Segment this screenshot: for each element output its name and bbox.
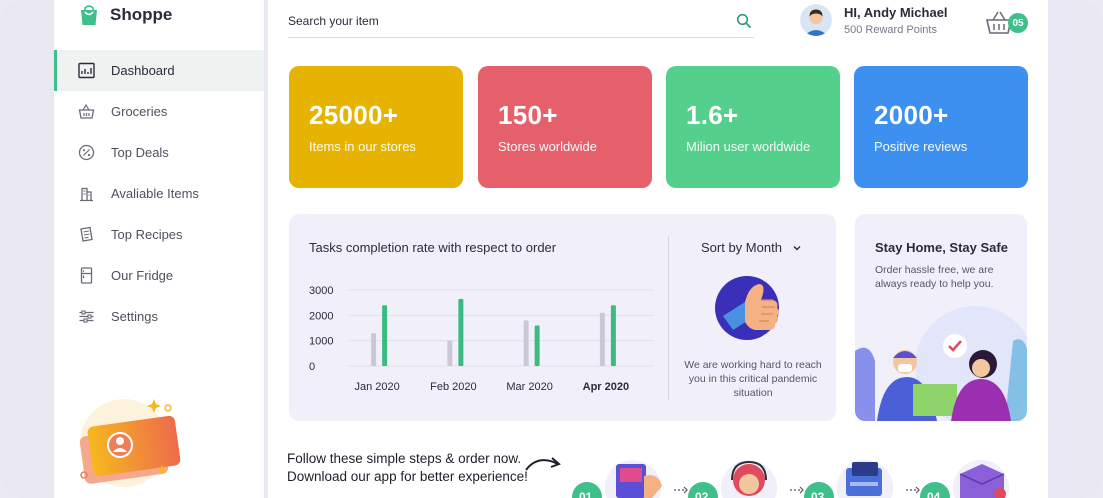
step-connector xyxy=(674,486,920,494)
step-1: 01 xyxy=(572,456,662,498)
user-name: HI, Andy Michael xyxy=(844,4,948,20)
sidebar-item-top-recipes[interactable]: Top Recipes xyxy=(54,214,264,255)
stat-label: Items in our stores xyxy=(309,139,416,154)
curved-arrow-icon xyxy=(525,457,561,471)
sidebar-item-label: Our Fridge xyxy=(111,268,174,283)
stat-value: 150+ xyxy=(498,100,558,130)
sidebar: Shoppe Dashboard Groceries Top Deals Ava… xyxy=(54,0,264,498)
cart-button[interactable]: 05 xyxy=(984,6,1028,40)
brand-name: Shoppe xyxy=(110,5,173,24)
sidebar-item-settings[interactable]: Settings xyxy=(54,296,264,337)
y-tick-label: 1000 xyxy=(309,336,333,348)
bar xyxy=(523,320,529,366)
stat-card-stores: 150+ Stores worldwide xyxy=(478,66,652,188)
sidebar-item-label: Groceries xyxy=(111,104,168,119)
x-tick-label: Feb 2020 xyxy=(430,381,476,393)
search-input[interactable] xyxy=(288,13,688,28)
reward-card-illustration xyxy=(79,399,181,487)
items-icon xyxy=(80,187,93,202)
bar xyxy=(599,312,605,366)
chevron-down-icon xyxy=(793,245,801,250)
search-bar xyxy=(288,4,754,38)
sidebar-item-label: Settings xyxy=(111,309,158,324)
sidebar-item-label: Top Deals xyxy=(111,145,169,160)
brand[interactable]: Shoppe xyxy=(78,4,172,26)
y-tick-label: 2000 xyxy=(309,310,333,322)
stat-value: 2000+ xyxy=(874,100,949,130)
bar xyxy=(610,305,616,366)
sidebar-item-top-deals[interactable]: Top Deals xyxy=(54,132,264,173)
sidebar-item-label: Avaliable Items xyxy=(111,186,199,201)
sidebar-item-groceries[interactable]: Groceries xyxy=(54,91,264,132)
sort-label: Sort by Month xyxy=(701,240,782,255)
steps-text: Follow these simple steps & order now. D… xyxy=(287,450,528,486)
steps-line-1: Follow these simple steps & order now. xyxy=(287,451,522,466)
stat-card-reviews: 2000+ Positive reviews xyxy=(854,66,1028,188)
stat-label: Stores worldwide xyxy=(498,139,597,154)
x-tick-label: Jan 2020 xyxy=(354,381,399,393)
bar xyxy=(371,333,377,366)
stat-label: Milion user worldwide xyxy=(686,139,811,154)
chart-title: Tasks completion rate with respect to or… xyxy=(309,240,557,255)
delivery-illustration xyxy=(855,306,1027,421)
steps-line-2: Download our app for better experience! xyxy=(287,469,528,484)
stay-safe-panel: Stay Home, Stay Safe Order hassle free, … xyxy=(855,214,1027,421)
settings-icon xyxy=(79,310,94,323)
sidebar-nav: Dashboard Groceries Top Deals Avaliable … xyxy=(54,50,264,337)
stat-card-items: 25000+ Items in our stores xyxy=(289,66,463,188)
y-tick-label: 3000 xyxy=(309,285,333,297)
bar xyxy=(534,325,540,366)
divider xyxy=(668,236,669,400)
user-info: HI, Andy Michael 500 Reward Points xyxy=(844,5,948,36)
stat-card-users: 1.6+ Milion user worldwide xyxy=(666,66,840,188)
discount-icon xyxy=(78,144,95,161)
order-app-illustration xyxy=(605,460,662,498)
bar xyxy=(382,305,388,366)
bar-chart: 3000 2000 1000 0 Jan 2020 Feb 2020 Mar 2020 Apr… xyxy=(309,285,654,393)
reward-points: 500 Reward Points xyxy=(844,23,937,36)
search-icon[interactable] xyxy=(736,13,752,29)
shopping-bag-icon xyxy=(81,5,97,25)
basket-icon xyxy=(78,103,95,119)
sidebar-item-available-items[interactable]: Avaliable Items xyxy=(54,173,264,214)
bar xyxy=(458,298,464,366)
stat-value: 1.6+ xyxy=(686,100,739,130)
sidebar-item-dashboard[interactable]: Dashboard xyxy=(54,50,264,91)
dashboard-icon xyxy=(78,62,95,79)
user-profile[interactable]: HI, Andy Michael 500 Reward Points xyxy=(800,4,948,36)
safe-title: Stay Home, Stay Safe xyxy=(875,240,1008,255)
chart-panel: Tasks completion rate with respect to or… xyxy=(289,214,836,421)
recipe-icon xyxy=(80,226,93,242)
stat-label: Positive reviews xyxy=(874,139,968,154)
avatar xyxy=(800,4,832,36)
stat-value: 25000+ xyxy=(309,100,399,130)
x-tick-label: Apr 2020 xyxy=(583,381,629,393)
bar xyxy=(447,340,453,366)
safe-text: Order hassle free, we are always ready t… xyxy=(875,264,994,290)
chart-note: We are working hard to reach you in this… xyxy=(684,359,822,399)
sidebar-item-label: Top Recipes xyxy=(111,227,183,242)
y-tick-label: 0 xyxy=(309,361,315,373)
main-content: HI, Andy Michael 500 Reward Points 05 25… xyxy=(268,0,1048,498)
thumbs-up-illustration xyxy=(715,276,779,340)
cart-count-badge: 05 xyxy=(1008,13,1028,33)
sort-dropdown[interactable]: Sort by Month xyxy=(701,240,802,255)
sidebar-item-our-fridge[interactable]: Our Fridge xyxy=(54,255,264,296)
x-tick-label: Mar 2020 xyxy=(506,381,552,393)
sidebar-item-label: Dashboard xyxy=(111,63,175,78)
fridge-icon xyxy=(80,267,93,284)
